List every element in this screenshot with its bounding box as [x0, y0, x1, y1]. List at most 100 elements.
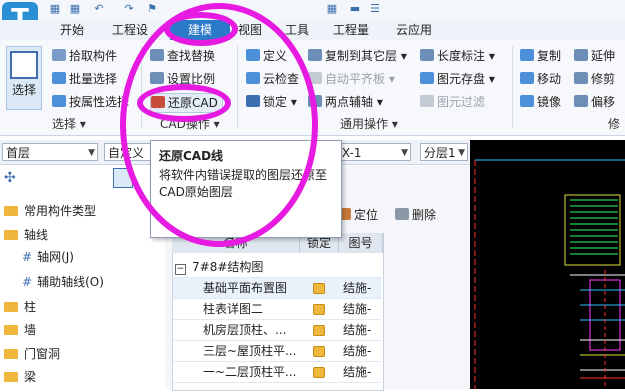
table-icon[interactable]: ▦ — [325, 2, 339, 16]
copy-button[interactable]: 复制 — [520, 47, 561, 65]
flag-icon[interactable]: ⚑ — [145, 2, 159, 16]
tree-item[interactable]: # 轴网(J) — [22, 247, 74, 267]
tree-folder[interactable]: 梁 — [4, 367, 36, 387]
layers-icon[interactable]: ☰ — [368, 2, 382, 16]
lock-icon[interactable] — [313, 283, 325, 294]
save-element-button[interactable]: 图元存盘 ▾ — [420, 70, 495, 88]
select-by-property-button[interactable]: 按属性选择 — [52, 93, 129, 111]
grid-axis-icon: # — [22, 250, 33, 264]
tab-view[interactable]: 视图 — [238, 22, 262, 39]
define-icon — [246, 49, 260, 61]
redo-icon[interactable]: ↷ — [122, 2, 136, 16]
delete-button[interactable]: 删除 — [395, 206, 436, 224]
length-dimension-button[interactable]: 长度标注 ▾ — [420, 47, 495, 65]
folder-icon — [4, 349, 18, 359]
two-point-axis-button[interactable]: 两点辅轴 ▾ — [308, 93, 383, 111]
property-icon — [52, 95, 66, 107]
cad-drawing-canvas[interactable] — [470, 140, 625, 389]
filter-icon — [420, 95, 434, 107]
tree-folder[interactable]: 门窗洞 — [4, 344, 60, 364]
tree-folder[interactable]: 柱 — [4, 297, 36, 317]
tab-build[interactable]: 建模 — [170, 20, 230, 40]
folder-icon — [4, 206, 18, 216]
find-replace-button[interactable]: 查找替换 — [150, 47, 215, 65]
ruler-icon[interactable]: ▬ — [348, 2, 362, 16]
scale-icon — [150, 72, 164, 84]
cloud-check-button[interactable]: 云检查 — [246, 70, 299, 88]
offset-icon — [574, 95, 588, 107]
move-button[interactable]: 移动 — [520, 70, 561, 88]
locate-button[interactable]: 定位 — [337, 206, 378, 224]
tree-folder[interactable]: 轴线 — [4, 225, 48, 245]
lock-button[interactable]: 锁定 ▾ — [246, 93, 297, 111]
mirror-button[interactable]: 镜像 — [520, 93, 561, 111]
tab-cloud[interactable]: 云应用 — [396, 22, 432, 39]
tab-quantity[interactable]: 工程量 — [333, 22, 369, 39]
modify-group-label[interactable]: 修改 — [608, 116, 625, 132]
tree-view-toggle-icon[interactable] — [113, 168, 133, 188]
layer-dropdown[interactable]: 分层1 ▼ — [420, 143, 468, 161]
folder-icon — [4, 325, 18, 335]
table-row[interactable]: 柱表详图二 结施- — [173, 299, 381, 320]
batch-select-button[interactable]: 批量选择 — [52, 70, 117, 88]
set-scale-button[interactable]: 设置比例 — [150, 70, 215, 88]
extend-button[interactable]: 延伸 — [574, 47, 615, 65]
layer-group-row[interactable]: −7#8#结构图 — [173, 257, 381, 278]
tree-item[interactable]: # 辅助轴线(O) — [22, 272, 104, 292]
table-row[interactable]: 一~二层顶柱平... 结施- — [173, 362, 381, 383]
common-group-label[interactable]: 通用操作 ▾ — [340, 116, 398, 132]
restore-cad-button[interactable]: 还原CAD — [150, 93, 223, 113]
move-icon — [520, 72, 534, 84]
find-icon — [150, 49, 164, 61]
divider — [237, 46, 238, 128]
save-icon[interactable]: ▦ — [48, 2, 62, 16]
divider — [141, 46, 142, 128]
lock-icon[interactable] — [313, 367, 325, 378]
collapse-icon[interactable]: − — [175, 264, 186, 275]
grid-icon[interactable]: ▦ — [68, 2, 82, 16]
lock-icon[interactable] — [313, 304, 325, 315]
select-button[interactable]: 选择 — [6, 46, 42, 110]
select-button-label: 选择 — [11, 83, 36, 97]
table-row[interactable]: 三层~屋顶柱平... 结施- — [173, 341, 381, 362]
tab-project-settings[interactable]: 工程设 — [112, 22, 148, 39]
col-header-figure[interactable]: 图号 — [339, 233, 383, 253]
cad-group-label[interactable]: CAD操作 ▾ — [160, 116, 220, 132]
undo-icon[interactable]: ↶ — [92, 2, 106, 16]
trim-button[interactable]: 修剪 — [574, 70, 615, 88]
slab-icon — [308, 72, 322, 84]
pick-component-button[interactable]: 拾取构件 — [52, 47, 117, 65]
pick-icon — [52, 49, 66, 61]
tab-tools[interactable]: 工具 — [285, 22, 309, 39]
define-button[interactable]: 定义 — [246, 47, 287, 65]
folder-icon — [4, 230, 18, 240]
copy-floor-icon — [308, 49, 322, 61]
restore-icon — [151, 96, 165, 108]
floor-dropdown[interactable]: 首层 ▼ — [2, 143, 98, 161]
axis-icon — [308, 95, 322, 107]
tree-folder[interactable]: 常用构件类型 — [4, 201, 96, 221]
delete-icon — [395, 208, 409, 220]
copy-icon — [520, 49, 534, 61]
cloud-check-icon — [246, 72, 260, 84]
tab-bar — [0, 20, 625, 41]
auto-flush-slab-button[interactable]: 自动平齐板 ▾ — [308, 70, 395, 88]
aux-axis-icon: # — [22, 275, 33, 289]
element-filter-button[interactable]: 图元过滤 — [420, 93, 485, 111]
cad-drawing — [474, 159, 625, 389]
offset-button[interactable]: 偏移 — [574, 93, 615, 111]
tooltip-title: 还原CAD线 — [159, 149, 224, 163]
tree-folder[interactable]: 墙 — [4, 320, 36, 340]
lock-icon[interactable] — [313, 346, 325, 357]
tab-start[interactable]: 开始 — [60, 22, 84, 39]
copy-to-floor-button[interactable]: 复制到其它层 ▾ — [308, 47, 407, 65]
pin-icon[interactable]: ✣ — [4, 170, 16, 186]
table-row[interactable]: 机房层顶柱、... 结施- — [173, 320, 381, 341]
dimension-icon — [420, 49, 434, 61]
extend-icon — [574, 49, 588, 61]
batch-icon — [52, 72, 66, 84]
table-row[interactable]: 基础平面布置图 结施- — [173, 278, 381, 299]
tooltip: 还原CAD线 将软件内错误提取的图层还原至CAD原始图层 — [150, 140, 342, 238]
select-group-label[interactable]: 选择 ▾ — [52, 116, 86, 132]
lock-icon[interactable] — [313, 325, 325, 336]
